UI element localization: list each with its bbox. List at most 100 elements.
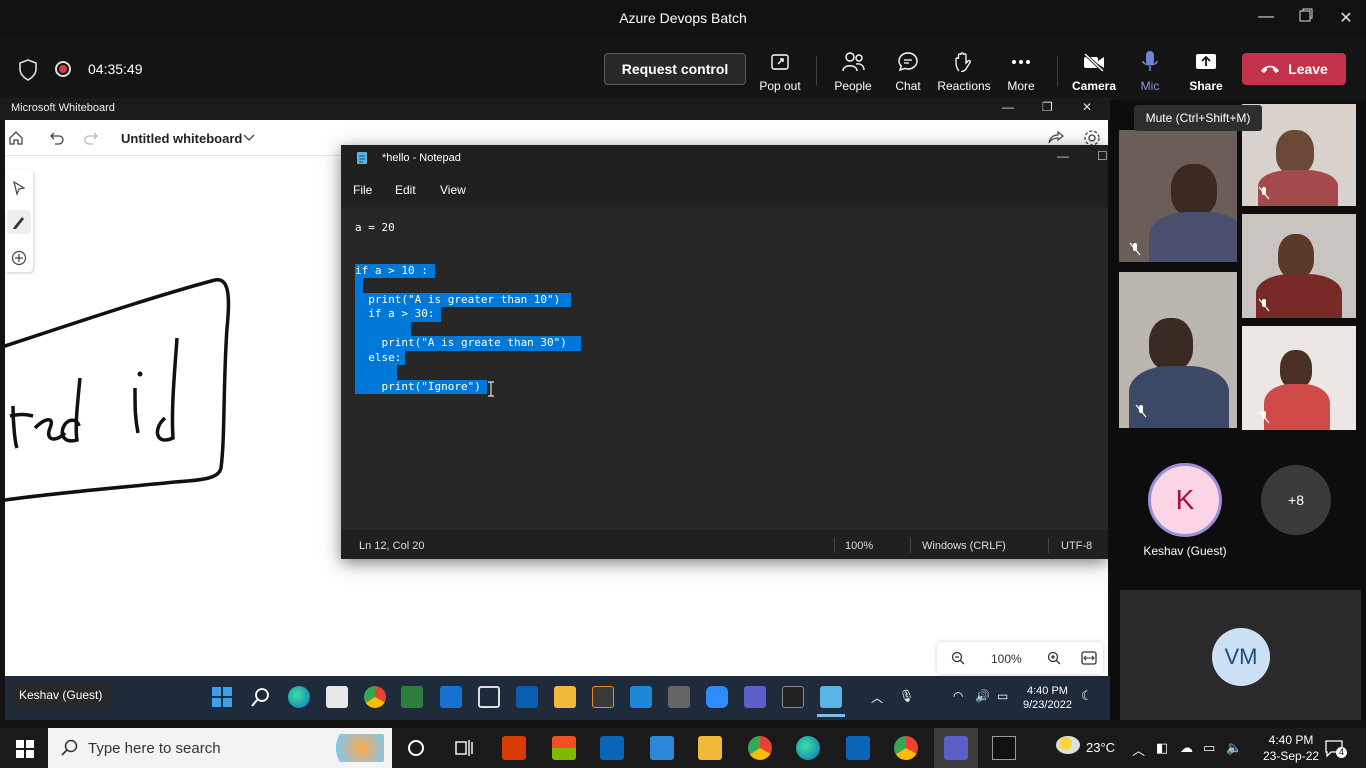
whiteboard-minimize-button[interactable]: — — [1002, 100, 1014, 114]
taskbar-search-box[interactable]: Type here to search — [48, 728, 392, 768]
microsoft-store-icon[interactable] — [552, 736, 576, 760]
status-divider — [834, 538, 835, 553]
mic-button[interactable]: Mic — [1120, 50, 1180, 94]
reactions-label: Reactions — [937, 79, 991, 93]
share-button[interactable]: Share — [1176, 50, 1236, 94]
outlook-icon[interactable] — [846, 736, 870, 760]
mail-icon — [440, 686, 462, 708]
more-participants-button[interactable]: +8 — [1261, 465, 1331, 535]
participant-avatar-keshav[interactable]: K — [1148, 463, 1222, 537]
undo-icon[interactable] — [49, 130, 65, 146]
edge-icon — [288, 686, 310, 708]
participant-video-tile[interactable] — [1242, 326, 1356, 430]
tray-chevron-icon: ︿ — [871, 691, 884, 705]
chat-button[interactable]: Chat — [878, 50, 938, 94]
selection-highlight — [355, 278, 363, 293]
home-icon[interactable] — [8, 130, 24, 146]
select-arrow-icon[interactable] — [11, 180, 27, 196]
code-line: if a > 30: — [355, 307, 435, 320]
task-view-icon[interactable] — [452, 736, 476, 760]
teams-icon[interactable] — [944, 736, 968, 760]
toolbar-divider — [816, 56, 817, 86]
camera-button[interactable]: Camera — [1064, 50, 1124, 94]
whiteboard-ink-drawing — [5, 278, 231, 502]
chat-label: Chat — [895, 79, 921, 93]
code-line: a = 20 — [355, 221, 395, 234]
leave-button[interactable]: Leave — [1242, 53, 1346, 85]
close-button[interactable]: ✕ — [1334, 8, 1358, 30]
tray-chevron-icon[interactable]: ︿ — [1132, 740, 1145, 759]
whiteboard-app-title: Microsoft Whiteboard — [11, 102, 115, 114]
request-control-button[interactable]: Request control — [604, 53, 746, 85]
meet-now-icon[interactable]: ◧ — [1156, 740, 1168, 756]
window-title: Azure Devops Batch — [619, 10, 747, 26]
reactions-button[interactable]: Reactions — [934, 50, 994, 94]
volume-icon[interactable]: 🔈 — [1226, 740, 1242, 756]
onedrive-cloud-icon[interactable]: ☁ — [1180, 740, 1193, 756]
participant-silhouette — [1280, 350, 1312, 388]
shared-screen-time: 4:40 PM — [1026, 685, 1068, 697]
cortana-icon[interactable] — [404, 736, 428, 760]
whiteboard-restore-button[interactable]: ❐ — [1042, 100, 1053, 114]
taskbar-clock[interactable]: 4:40 PM 23-Sep-22 — [1263, 732, 1319, 764]
selection-highlight — [355, 322, 411, 336]
whiteboard-zoom-level: 100% — [991, 652, 1022, 666]
popout-button[interactable]: Pop out — [750, 50, 810, 94]
notepad-minimize-button[interactable]: — — [1057, 149, 1069, 163]
office-icon[interactable] — [502, 736, 526, 760]
notepad-statusbar: Ln 12, Col 20 100% Windows (CRLF) UTF-8 — [341, 532, 1108, 559]
add-circle-icon[interactable] — [11, 250, 27, 266]
windows-start-icon[interactable] — [16, 740, 34, 758]
search-highlight-icon — [328, 734, 384, 762]
participant-video-tile[interactable] — [1119, 130, 1237, 262]
participant-video-tile[interactable] — [1119, 272, 1237, 428]
line-ending: Windows (CRLF) — [922, 540, 1006, 552]
file-explorer-icon[interactable] — [698, 736, 722, 760]
participant-video-tile[interactable] — [1242, 214, 1356, 318]
battery-icon[interactable]: ▭ — [1203, 740, 1215, 756]
notepad-taskbar-icon — [820, 686, 842, 708]
terminal-icon[interactable] — [992, 736, 1016, 760]
pen-tool-button[interactable] — [7, 210, 31, 234]
maximize-button[interactable] — [1294, 8, 1318, 30]
whiteboard-doc-title[interactable]: Untitled whiteboard — [121, 131, 242, 146]
weather-temperature[interactable]: 23°C — [1086, 740, 1115, 755]
chrome-profile-icon[interactable] — [894, 736, 918, 760]
chevron-down-icon[interactable] — [243, 134, 255, 142]
mail-icon[interactable] — [600, 736, 624, 760]
3d-viewer-icon — [478, 686, 500, 708]
camera-label: Camera — [1071, 79, 1117, 93]
participant-body — [1258, 170, 1338, 206]
presenter-name-tag: Keshav (Guest) — [11, 681, 111, 709]
edge-icon[interactable] — [796, 736, 820, 760]
leave-label: Leave — [1288, 61, 1328, 77]
participant-tile-vm[interactable]: VM — [1120, 590, 1361, 720]
minimize-button[interactable]: — — [1254, 8, 1278, 30]
notepad-maximize-button[interactable]: ☐ — [1097, 149, 1108, 163]
zoom-in-icon[interactable] — [1047, 651, 1061, 665]
redo-icon[interactable] — [83, 130, 99, 146]
recording-icon — [55, 61, 71, 77]
volume-icon: 🔊 — [975, 689, 990, 703]
outlook-icon — [516, 686, 538, 708]
share-icon[interactable] — [1047, 130, 1065, 146]
status-divider — [1048, 538, 1049, 553]
menu-edit[interactable]: Edit — [395, 183, 416, 197]
more-button[interactable]: More — [991, 50, 1051, 94]
notepad-text-area[interactable]: a = 20 if a > 10 : print("A is greater t… — [341, 207, 1108, 530]
menu-view[interactable]: View — [440, 183, 466, 197]
whiteboard-tool-rail — [5, 170, 33, 272]
zoom-out-icon[interactable] — [951, 651, 965, 665]
shared-screen-date: 9/23/2022 — [1023, 699, 1072, 711]
menu-file[interactable]: File — [353, 183, 372, 197]
participant-name-keshav: Keshav (Guest) — [1143, 544, 1227, 558]
notifications-button[interactable]: 4 — [1324, 738, 1347, 758]
people-button[interactable]: People — [823, 50, 883, 94]
mic-muted-icon — [1258, 410, 1270, 424]
weather-icon[interactable] — [1056, 736, 1080, 754]
whiteboard-close-button[interactable]: ✕ — [1082, 100, 1092, 114]
chrome-icon[interactable] — [748, 736, 772, 760]
notification-count: 4 — [1336, 747, 1347, 758]
fit-to-screen-icon[interactable] — [1081, 651, 1097, 665]
whiteboard-app-icon[interactable] — [650, 736, 674, 760]
